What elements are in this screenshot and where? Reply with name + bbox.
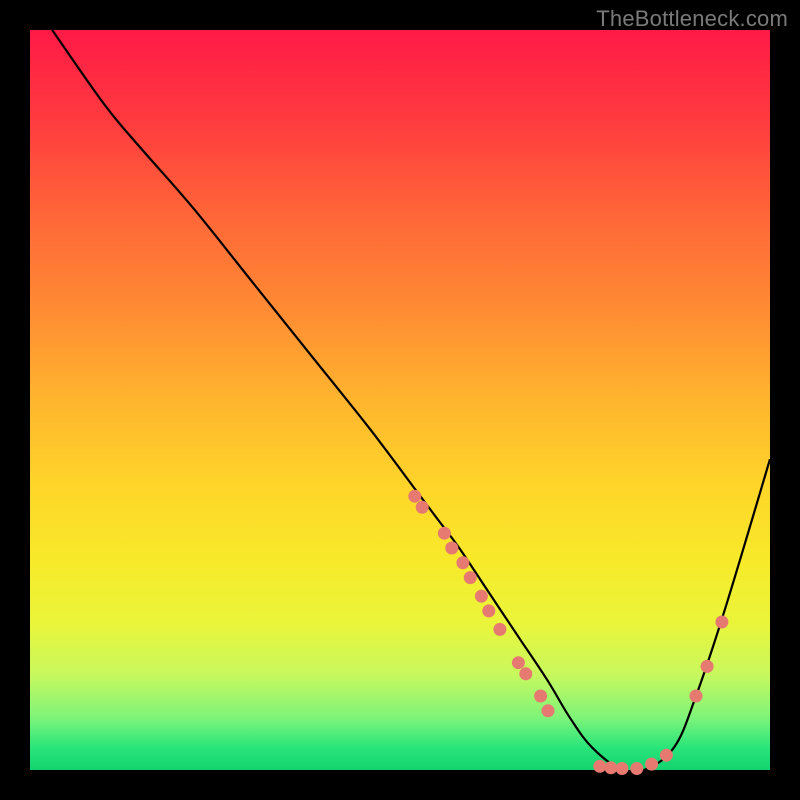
data-point [438,527,451,540]
data-point [445,542,458,555]
data-point [408,490,421,503]
data-point [701,660,714,673]
data-point [482,604,495,617]
data-point [604,761,617,774]
data-point [660,749,673,762]
gradient-plot-area [30,30,770,770]
bottleneck-curve [52,30,770,773]
data-point [493,623,506,636]
curve-layer [30,30,770,770]
data-point [593,760,606,773]
data-markers [408,490,728,775]
data-point [456,556,469,569]
data-point [616,762,629,775]
data-point [416,501,429,514]
data-point [542,704,555,717]
data-point [534,690,547,703]
data-point [645,758,658,771]
data-point [512,656,525,669]
data-point [475,590,488,603]
data-point [690,690,703,703]
data-point [630,762,643,775]
attribution-watermark: TheBottleneck.com [596,6,788,32]
chart-stage: TheBottleneck.com [0,0,800,800]
data-point [464,571,477,584]
data-point [715,616,728,629]
data-point [519,667,532,680]
